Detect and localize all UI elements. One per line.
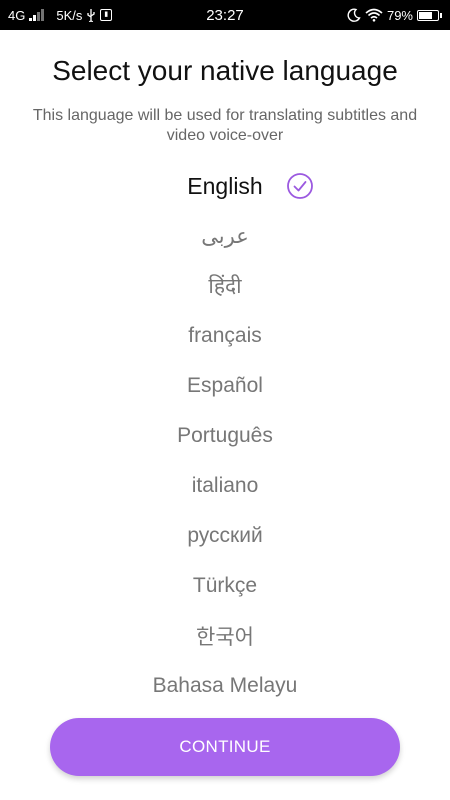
- language-option[interactable]: Bahasa Melayu: [0, 661, 450, 711]
- language-option[interactable]: English: [0, 161, 450, 211]
- language-label: русский: [187, 524, 263, 547]
- language-label: हिंदी: [208, 275, 242, 298]
- language-option[interactable]: italiano: [0, 461, 450, 511]
- language-label: Español: [187, 374, 263, 397]
- moon-icon: [347, 8, 361, 22]
- wifi-icon: [365, 8, 383, 22]
- status-right: 79%: [347, 8, 442, 23]
- signal-icon: [29, 9, 45, 21]
- status-left: 4G 5K/s ▮: [8, 7, 113, 23]
- language-label: Bahasa Melayu: [152, 674, 298, 697]
- language-list: English عربى हिंदी français Español Português…: [0, 161, 450, 711]
- battery-icon: [417, 9, 442, 21]
- language-label: Türkçe: [192, 574, 258, 597]
- language-label: italiano: [191, 474, 259, 497]
- language-option[interactable]: русский: [0, 511, 450, 561]
- notification-icon: ▮: [100, 9, 113, 21]
- language-option[interactable]: عربى: [0, 211, 450, 261]
- language-option[interactable]: Español: [0, 361, 450, 411]
- checkmark-circle-icon: [287, 173, 313, 199]
- language-label: 한국어: [196, 626, 254, 649]
- language-option[interactable]: Português: [0, 411, 450, 461]
- language-label: Português: [177, 424, 273, 447]
- continue-button[interactable]: CONTINUE: [50, 718, 400, 776]
- page-title: Select your native language: [52, 55, 398, 86]
- language-option[interactable]: हिंदी: [0, 261, 450, 311]
- usb-icon: [87, 9, 96, 22]
- page-subtitle: This language will be used for translati…: [32, 107, 418, 144]
- status-bar: 4G 5K/s ▮ 23:27 79%: [0, 0, 450, 30]
- network-type: 4G: [8, 7, 26, 23]
- language-label: français: [188, 324, 262, 347]
- battery-percent: 79%: [386, 7, 413, 23]
- language-label: English: [187, 172, 263, 199]
- language-option[interactable]: 한국어: [0, 611, 450, 661]
- language-option[interactable]: Türkçe: [0, 561, 450, 611]
- language-option[interactable]: français: [0, 311, 450, 361]
- language-label: عربى: [201, 224, 249, 248]
- network-speed: 5K/s: [56, 7, 83, 23]
